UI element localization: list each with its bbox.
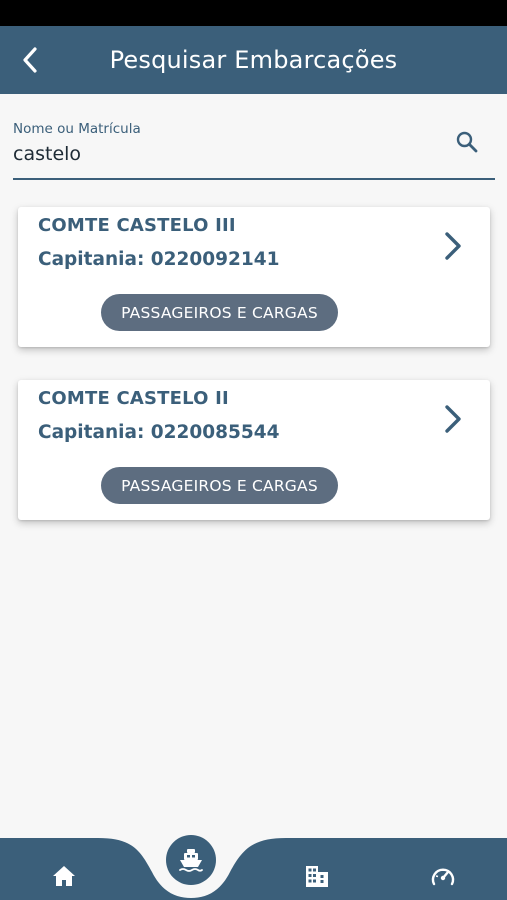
page-title: Pesquisar Embarcações	[109, 46, 398, 74]
vessel-registration: Capitania: 0220092141	[38, 249, 280, 270]
search-button[interactable]	[453, 128, 481, 156]
status-bar	[0, 0, 507, 26]
chevron-right-icon	[438, 229, 468, 263]
home-icon	[53, 866, 75, 886]
bottom-navigation	[0, 832, 507, 900]
chevron-left-icon	[23, 47, 37, 73]
vessel-registration: Capitania: 0220085544	[38, 422, 280, 443]
nav-home[interactable]	[42, 854, 86, 898]
chevron-right-icon	[438, 402, 468, 436]
vessel-name: COMTE CASTELO II	[38, 388, 229, 409]
vessel-card[interactable]: COMTE CASTELO III Capitania: 0220092141 …	[18, 207, 490, 347]
vessel-name: COMTE CASTELO III	[38, 215, 236, 236]
boat-icon	[179, 849, 203, 872]
category-badge: PASSAGEIROS E CARGAS	[101, 467, 338, 504]
search-label: Nome ou Matrícula	[13, 121, 141, 137]
category-badge: PASSAGEIROS E CARGAS	[101, 294, 338, 331]
search-field: Nome ou Matrícula	[13, 114, 495, 180]
search-input[interactable]	[13, 141, 433, 167]
building-icon	[306, 866, 328, 887]
speedometer-icon	[431, 868, 455, 886]
nav-organizations[interactable]	[295, 854, 339, 898]
nav-dashboard[interactable]	[421, 854, 465, 898]
search-icon	[456, 131, 478, 153]
nav-vessels[interactable]	[166, 835, 216, 885]
back-button[interactable]	[10, 40, 50, 80]
vessel-card[interactable]: COMTE CASTELO II Capitania: 0220085544 P…	[18, 380, 490, 520]
app-bar: Pesquisar Embarcações	[0, 26, 507, 94]
